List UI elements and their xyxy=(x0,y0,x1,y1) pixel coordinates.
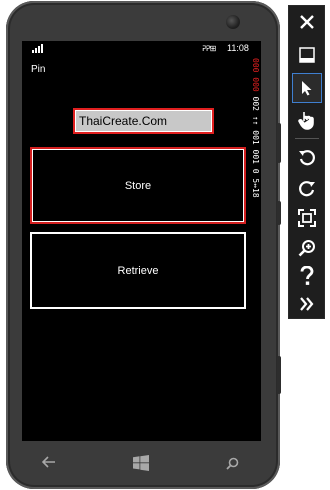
volume-button[interactable] xyxy=(277,123,281,163)
status-bar: ᕈᕈ⊞ 11:08 xyxy=(22,41,261,57)
nav-bar xyxy=(22,448,261,482)
minimize-icon[interactable] xyxy=(293,41,321,69)
help-icon[interactable] xyxy=(293,262,321,290)
camera-button[interactable] xyxy=(277,356,281,394)
counter-white: 002 ↑↑ 001 001 0 5↔18 xyxy=(251,96,260,198)
counter-red: 000 000 xyxy=(251,58,260,92)
phone-screen: ᕈᕈ⊞ 11:08 Pin ThaiCreate.Com Store Retri… xyxy=(22,41,261,441)
store-button[interactable]: Store xyxy=(30,147,246,224)
expand-icon[interactable] xyxy=(293,290,321,318)
pointer-icon[interactable] xyxy=(292,73,322,103)
frame-rate-counters: 000 000 002 ↑↑ 001 001 0 5↔18 xyxy=(249,58,261,258)
rotate-right-icon[interactable] xyxy=(293,174,321,202)
fit-screen-icon[interactable] xyxy=(293,204,321,232)
store-button-label: Store xyxy=(124,179,152,192)
retrieve-button-label: Retrieve xyxy=(117,264,159,277)
touch-icon[interactable] xyxy=(293,106,321,134)
back-arrow-icon[interactable] xyxy=(41,456,56,472)
text-input[interactable]: ThaiCreate.Com xyxy=(73,108,214,134)
search-icon[interactable] xyxy=(226,457,239,474)
clock: 11:08 xyxy=(227,43,249,53)
signal-strength-icon xyxy=(32,44,43,53)
close-icon[interactable] xyxy=(293,8,321,36)
toolbar-separator xyxy=(295,138,319,139)
power-button[interactable] xyxy=(277,201,281,225)
status-icons: ᕈᕈ⊞ xyxy=(202,44,216,53)
emulator-toolbar xyxy=(288,5,325,319)
page-label: Pin xyxy=(31,64,46,75)
retrieve-button[interactable]: Retrieve xyxy=(30,232,246,309)
camera-icon xyxy=(226,15,240,29)
rotate-left-icon[interactable] xyxy=(293,143,321,171)
windows-start-icon[interactable] xyxy=(133,455,149,475)
zoom-icon[interactable] xyxy=(293,234,321,262)
